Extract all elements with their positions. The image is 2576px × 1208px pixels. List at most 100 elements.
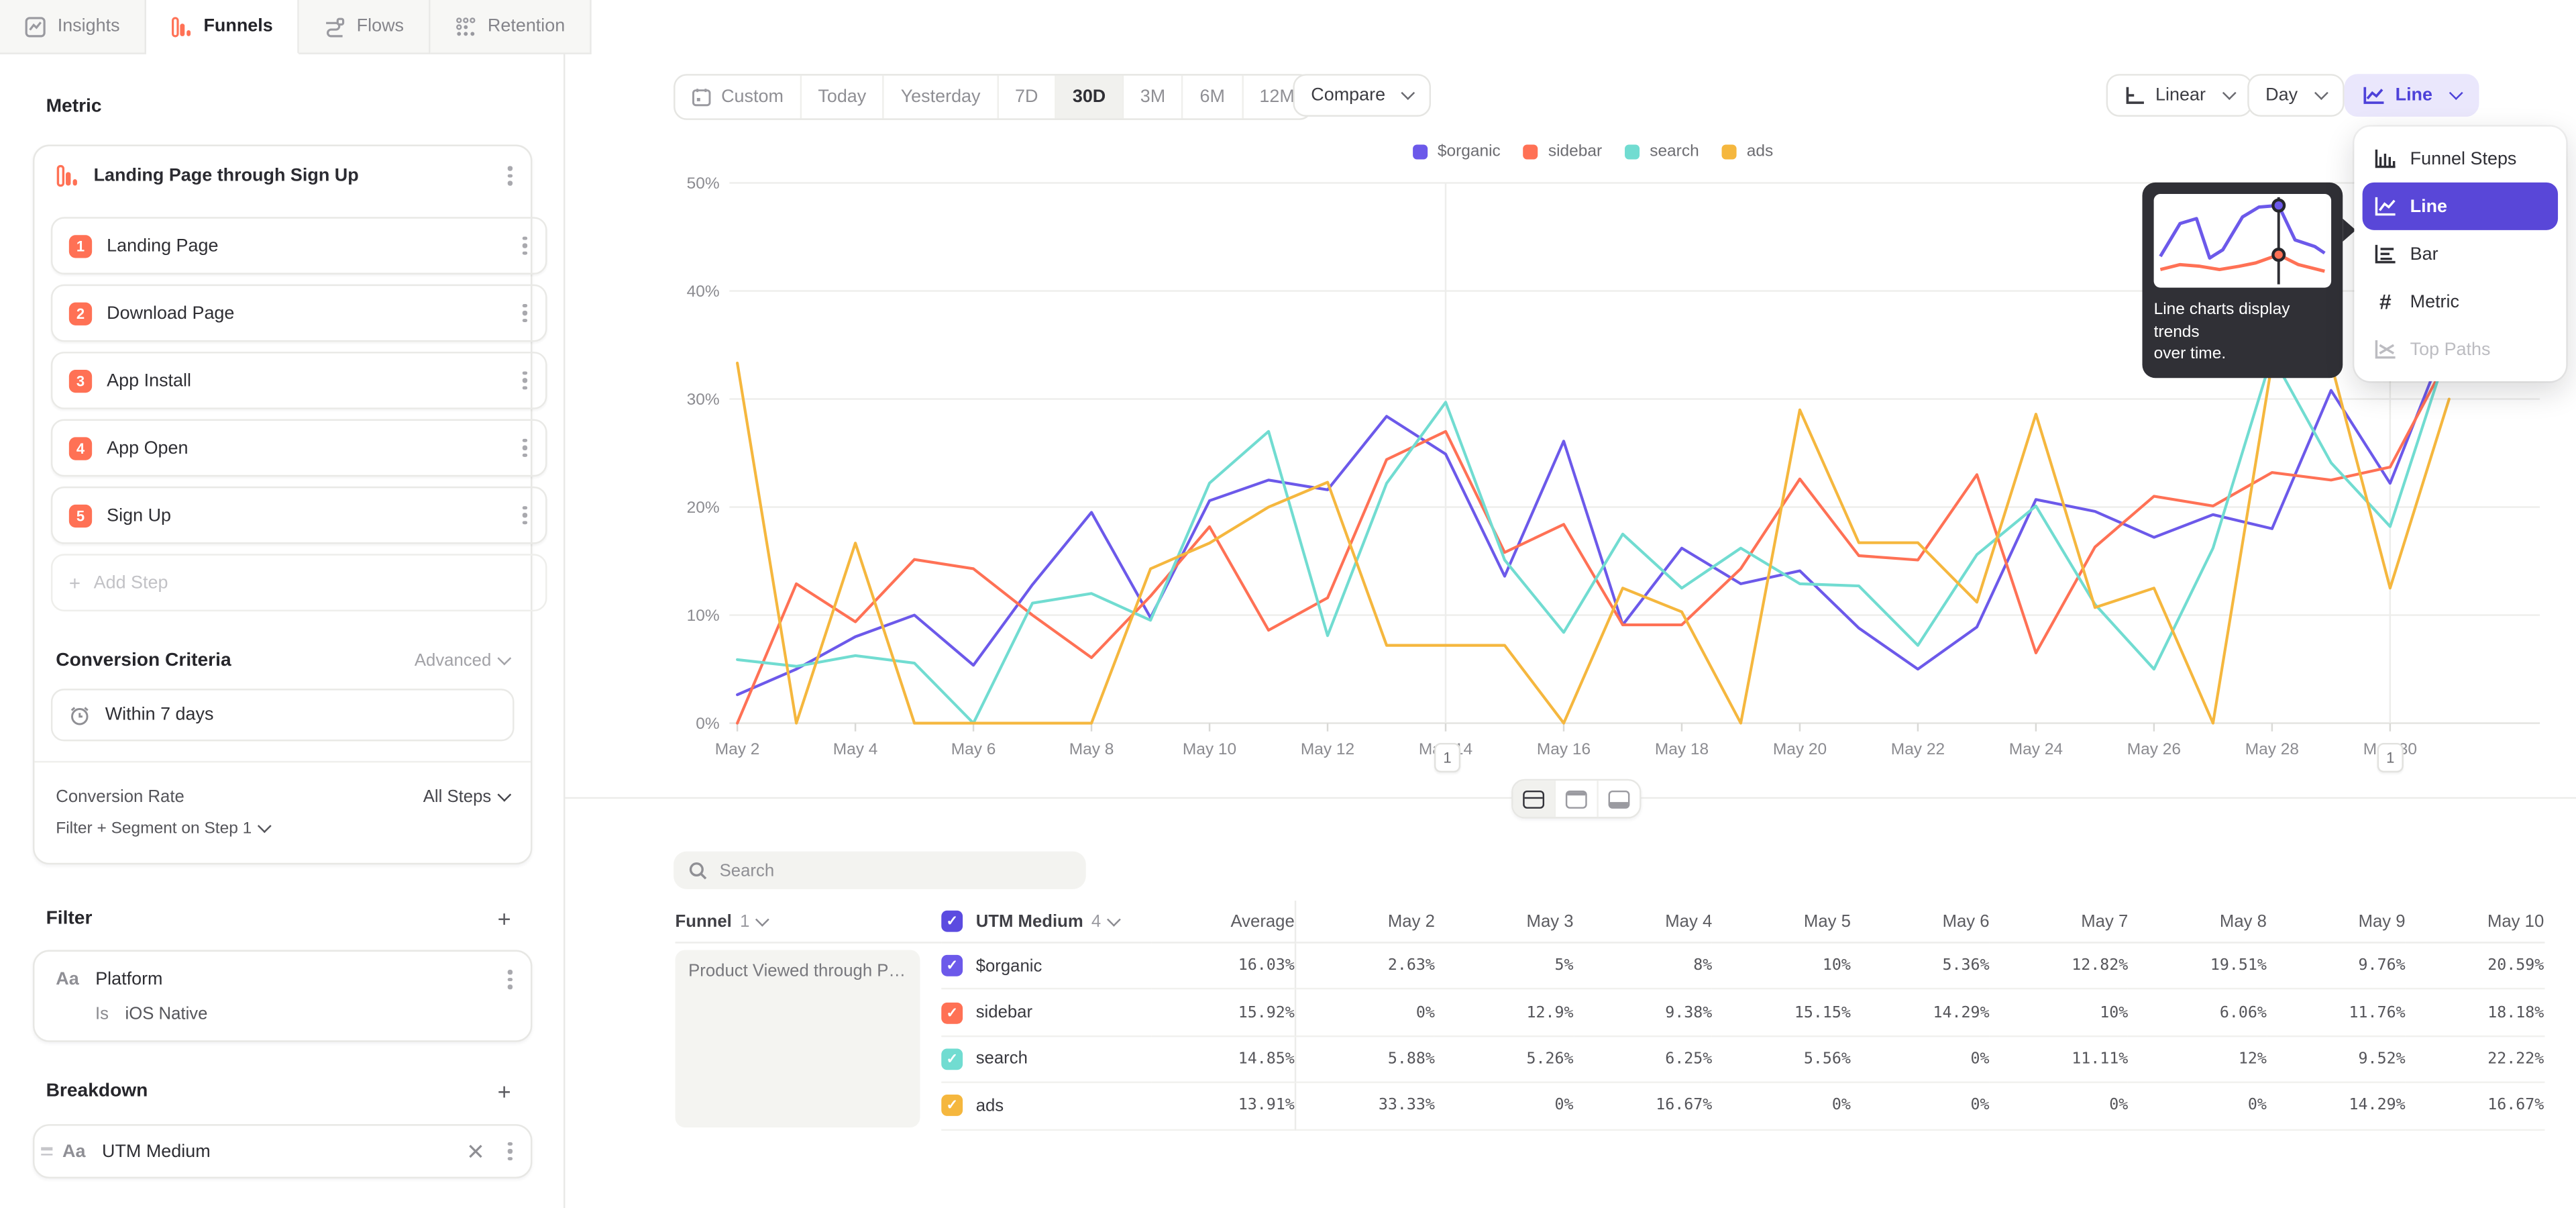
body-spacer: [920, 944, 941, 1130]
value-cell: 10%: [1712, 944, 1851, 991]
filter-kebab-button[interactable]: [503, 965, 517, 995]
annotation-badge[interactable]: 1: [2377, 743, 2404, 772]
series-row-label[interactable]: ✓sidebar: [941, 990, 1151, 1037]
remove-breakdown-icon[interactable]: [469, 1144, 484, 1158]
layout-chart-only-button[interactable]: [1556, 781, 1599, 817]
svg-text:0%: 0%: [696, 715, 719, 733]
svg-text:50%: 50%: [687, 174, 720, 193]
breakdown-column-header[interactable]: ✓UTM Medium4: [941, 901, 1151, 944]
conversion-rate-label: Conversion Rate: [56, 787, 423, 807]
layout-split-button[interactable]: [1513, 781, 1556, 817]
funnel-step[interactable]: 5 Sign Up: [51, 487, 547, 544]
series-checkbox[interactable]: ✓: [941, 955, 963, 976]
drag-handle[interactable]: [41, 1148, 52, 1155]
menu-item-metric[interactable]: # Metric: [2363, 278, 2558, 325]
funnels-app: Insights Funnels Flows Retention Metric …: [0, 0, 2576, 1208]
funnel-step[interactable]: 2 Download Page: [51, 285, 547, 342]
value-cell: 22.22%: [2406, 1037, 2544, 1084]
annotation-badge[interactable]: 1: [1434, 743, 1460, 772]
filter-heading: Filter: [46, 909, 498, 928]
series-row-label[interactable]: ✓ads: [941, 1083, 1151, 1130]
granularity-button[interactable]: Day: [2247, 74, 2343, 117]
column-header-may-10[interactable]: May 10: [2406, 901, 2544, 944]
scale-button[interactable]: Linear: [2106, 74, 2252, 117]
step-kebab-button[interactable]: [518, 501, 532, 530]
step-number-badge: 3: [69, 369, 92, 392]
range-30d[interactable]: 30D: [1056, 76, 1124, 119]
filter-property: Platform: [95, 970, 503, 989]
series-row-label[interactable]: ✓$organic: [941, 944, 1151, 991]
value-cell: 0%: [2128, 1083, 2267, 1130]
step-kebab-button[interactable]: [518, 299, 532, 328]
advanced-dropdown[interactable]: Advanced: [415, 651, 509, 670]
range-today[interactable]: Today: [802, 76, 884, 119]
table-search-input[interactable]: Search: [674, 852, 1086, 889]
funnel-group-cell[interactable]: Product Viewed through P…: [676, 950, 920, 1127]
funnel-metric-icon: [56, 164, 78, 187]
layout-table-only-button[interactable]: [1599, 781, 1640, 817]
step-kebab-button[interactable]: [518, 366, 532, 395]
svg-text:May 24: May 24: [2009, 740, 2063, 758]
step-kebab-button[interactable]: [518, 434, 532, 463]
column-header-may-7[interactable]: May 7: [1990, 901, 2129, 944]
column-header-may-4[interactable]: May 4: [1574, 901, 1713, 944]
series-checkbox[interactable]: ✓: [941, 1002, 963, 1023]
calendar-icon: [692, 87, 711, 107]
range-3m[interactable]: 3M: [1124, 76, 1183, 119]
column-header-may-9[interactable]: May 9: [2267, 901, 2406, 944]
filter-operator[interactable]: Is: [95, 1004, 109, 1023]
compare-button[interactable]: Compare: [1293, 74, 1431, 117]
conversion-window[interactable]: Within 7 days: [51, 689, 515, 741]
tab-insights[interactable]: Insights: [0, 0, 146, 54]
filter-segment-dropdown[interactable]: Filter + Segment on Step 1: [56, 820, 270, 838]
column-header-may-8[interactable]: May 8: [2128, 901, 2267, 944]
funnel-column-header[interactable]: Funnel1: [676, 901, 920, 944]
value-cell: 5%: [1435, 944, 1574, 991]
menu-item-bar[interactable]: Bar: [2363, 230, 2558, 278]
chart-type-button[interactable]: Line: [2345, 74, 2479, 117]
funnel-step[interactable]: 3 App Install: [51, 352, 547, 409]
value-cell: 8%: [1574, 944, 1713, 991]
filter-value[interactable]: iOS Native: [125, 1004, 208, 1023]
breakdown-table: Funnel1✓UTM Medium4AverageMay 2May 3May …: [676, 901, 2544, 1130]
tab-funnels[interactable]: Funnels: [146, 0, 299, 54]
step-kebab-button[interactable]: [518, 231, 532, 260]
column-header-average[interactable]: Average: [1152, 901, 1297, 944]
menu-item-funnel-steps[interactable]: Funnel Steps: [2363, 135, 2558, 183]
tab-retention[interactable]: Retention: [430, 0, 591, 54]
chevron-down-icon: [258, 819, 272, 833]
range-7d[interactable]: 7D: [998, 76, 1056, 119]
column-header-may-6[interactable]: May 6: [1851, 901, 1990, 944]
filter-card[interactable]: Aa Platform Is iOS Native: [33, 950, 532, 1042]
breakdown-kebab-button[interactable]: [503, 1137, 517, 1166]
tab-flows[interactable]: Flows: [299, 0, 430, 54]
tooltip-text: Line charts display trendsover time.: [2154, 299, 2331, 366]
menu-item-line[interactable]: Line: [2363, 183, 2558, 230]
funnel-step[interactable]: 4 App Open: [51, 419, 547, 476]
add-step-button[interactable]: + Add Step: [51, 554, 547, 611]
value-cell: 20.59%: [2406, 944, 2544, 991]
breakdown-card[interactable]: Aa UTM Medium: [33, 1124, 532, 1178]
range-custom[interactable]: Custom: [676, 76, 802, 119]
column-header-may-5[interactable]: May 5: [1712, 901, 1851, 944]
column-header-may-3[interactable]: May 3: [1435, 901, 1574, 944]
series-checkbox[interactable]: ✓: [941, 1048, 963, 1070]
header-spacer: [920, 901, 941, 944]
range-yesterday[interactable]: Yesterday: [884, 76, 998, 119]
value-cell: 0%: [1296, 990, 1435, 1037]
column-header-may-2[interactable]: May 2: [1296, 901, 1435, 944]
funnel-step[interactable]: 1 Landing Page: [51, 217, 547, 274]
add-breakdown-button[interactable]: +: [498, 1078, 511, 1105]
range-6m[interactable]: 6M: [1183, 76, 1243, 119]
add-filter-button[interactable]: +: [498, 905, 511, 932]
series-row-label[interactable]: ✓search: [941, 1037, 1151, 1084]
step-label: Sign Up: [107, 505, 518, 525]
series-checkbox[interactable]: ✓: [941, 1095, 963, 1117]
value-cell: 14.29%: [1851, 990, 1990, 1037]
svg-text:20%: 20%: [687, 499, 720, 517]
metric-kebab-button[interactable]: [503, 161, 517, 191]
add-step-label: Add Step: [94, 572, 168, 592]
metric-card: Landing Page through Sign Up 1 Landing P…: [33, 145, 532, 865]
menu-item-top-paths[interactable]: Top Paths: [2363, 325, 2558, 373]
conversion-rate-dropdown[interactable]: All Steps: [423, 787, 509, 807]
